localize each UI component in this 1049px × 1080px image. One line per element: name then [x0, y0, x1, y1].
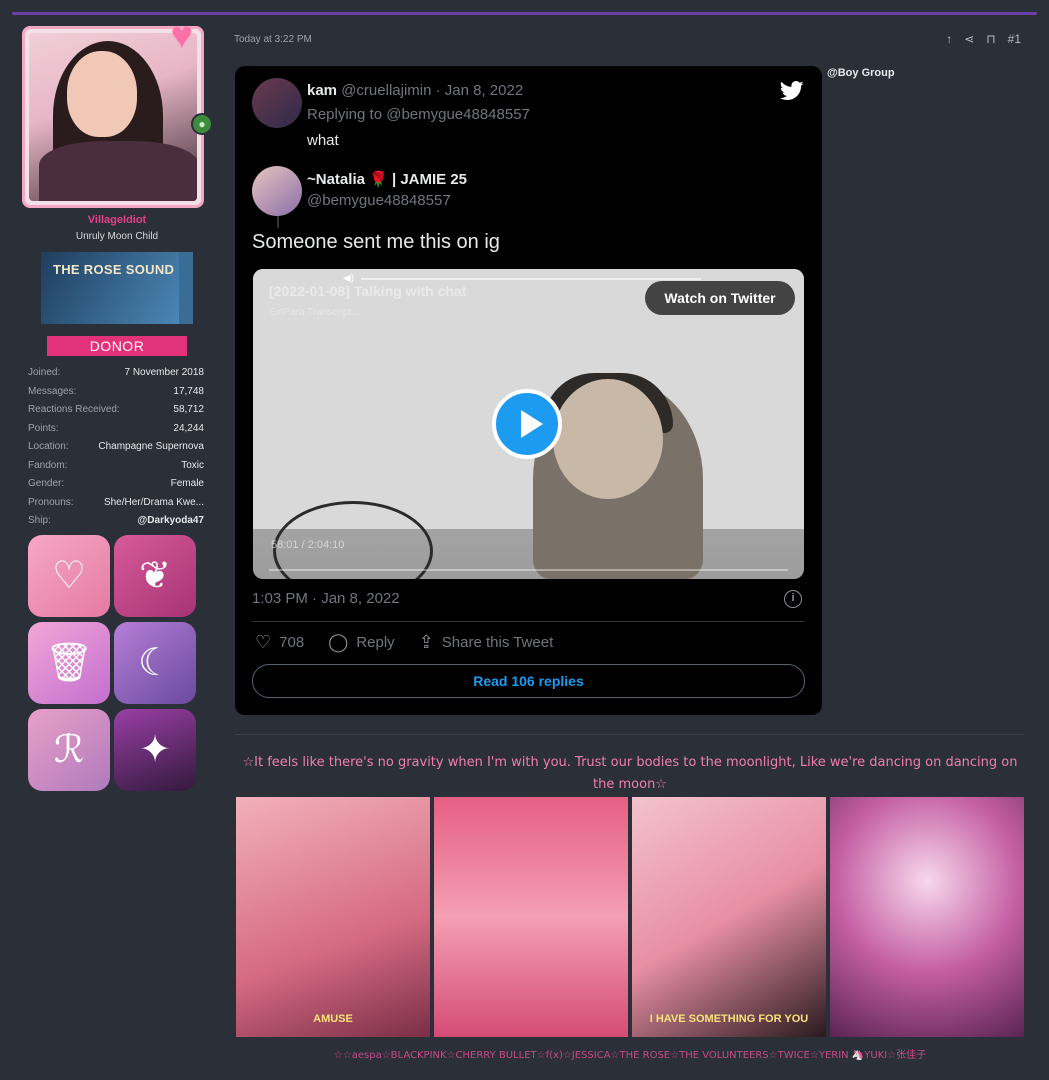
photo-caption: I HAVE SOMETHING FOR YOU	[649, 1013, 809, 1025]
online-status-icon: ●	[191, 113, 213, 135]
username[interactable]: VillageIdiot	[22, 214, 212, 226]
main-avatar[interactable]	[252, 166, 302, 216]
stat-points: Points: 24,244	[28, 422, 204, 434]
diamond-heart-icon: ♡	[28, 534, 110, 617]
stat-ship: Ship: @Darkyoda47	[28, 515, 204, 526]
banner-text: THE ROSE SOUND	[53, 262, 175, 277]
user-title: Unruly Moon Child	[75, 231, 159, 242]
video-progress-bar[interactable]	[269, 569, 788, 571]
signature-lyric: ☆It feels like there's no gravity when I…	[242, 755, 1018, 792]
user-sidebar: ♥ ● VillageIdiot Unruly Moon Child THE R…	[22, 15, 213, 791]
trash-can-icon: 🗑	[28, 621, 110, 704]
like-button[interactable]: ♡ 708	[255, 632, 304, 653]
reply-button[interactable]: ◯ Reply	[328, 632, 395, 653]
ornate-logo-icon: ❦	[114, 534, 196, 617]
logo-monogram-icon: ℛ	[28, 708, 110, 791]
heart-icon: ♥	[170, 15, 193, 57]
bookmark-icon[interactable]: ⊓	[986, 32, 995, 46]
speech-bubble-icon: ◯	[328, 632, 349, 652]
stat-reactions: Reactions Received: 58,712	[28, 404, 204, 415]
avatar-image	[29, 33, 197, 201]
stat-location: Location: Champagne Supernova	[28, 441, 204, 452]
top-accent-line	[12, 12, 1037, 15]
arrow-up-icon[interactable]: ↑	[946, 32, 952, 46]
share-icon[interactable]: ⋖	[964, 32, 974, 46]
stat-joined: Joined: 7 November 2018	[28, 367, 204, 378]
volume-slider[interactable]	[361, 278, 701, 280]
play-button[interactable]	[492, 389, 562, 459]
user-badges: ♡ ❦ 🗑 ☾ ℛ ✦	[28, 534, 212, 791]
reply-avatar[interactable]	[252, 78, 302, 128]
user-banner: THE ROSE SOUND	[41, 252, 193, 324]
signature-photo-1: AMUSE	[236, 797, 430, 1037]
stat-messages: Messages: 17,748	[28, 385, 204, 397]
signature-photos: AMUSE I HAVE SOMETHING FOR YOU	[236, 797, 1024, 1037]
video-title: [2022-01-08] Talking with chat	[269, 283, 467, 299]
stat-pronouns: Pronouns: She/Her/Drama Kwe...	[28, 496, 204, 508]
moon-sigil-icon: ☾	[114, 621, 196, 704]
embedded-tweet[interactable]: kam @cruellajimin · Jan 8, 2022 Replying…	[235, 66, 822, 715]
signature-footer: ☆☆aespa☆BLACKPINK☆CHERRY BULLET☆f(x)☆JES…	[333, 1050, 927, 1061]
upload-icon: ⇪	[418, 632, 434, 652]
post-number[interactable]: #1	[1008, 32, 1021, 46]
twitter-bird-icon[interactable]	[780, 80, 804, 102]
user-stats: Joined: 7 November 2018 Messages: 17,748 R…	[28, 364, 204, 531]
stat-fandom: Fandom: Toxic	[28, 459, 204, 471]
signature-photo-4	[830, 797, 1024, 1037]
signature-photo-3: I HAVE SOMETHING FOR YOU	[632, 797, 826, 1037]
watch-on-twitter-button[interactable]: Watch on Twitter	[645, 281, 795, 315]
video-time: 58:01 / 2:04:10	[271, 539, 345, 551]
signature-photo-2	[434, 797, 628, 1037]
tweet-divider	[252, 621, 805, 622]
photo-caption: AMUSE	[313, 1013, 353, 1025]
avatar[interactable]: ♥ ●	[22, 15, 213, 208]
signature-divider	[235, 734, 1024, 735]
heart-icon: ♡	[255, 632, 272, 652]
stat-gender: Gender: Female	[28, 478, 204, 489]
tweet-date[interactable]: 1:03 PM · Jan 8, 2022	[252, 590, 400, 607]
read-replies-button[interactable]: Read 106 replies	[252, 664, 805, 698]
post-actions: ↑ ⋖ ⊓ #1	[946, 32, 1021, 46]
reply-author[interactable]: kam @cruellajimin · Jan 8, 2022	[307, 82, 523, 99]
video-subtitle: ExtPara Transcript...	[269, 307, 360, 318]
info-icon[interactable]: i	[784, 590, 802, 608]
tweet-author-name[interactable]: ~Natalia 🌹 | JAMIE 25	[307, 170, 467, 188]
share-tweet-button[interactable]: ⇪ Share this Tweet	[419, 632, 554, 653]
tweet-text: Someone sent me this on ig	[252, 231, 500, 253]
post-timestamp[interactable]: Today at 3:22 PM	[234, 34, 312, 45]
portrait-badge-icon: ✦	[114, 708, 196, 791]
reply-text: what	[307, 132, 339, 149]
replying-to[interactable]: Replying to @bemygue48848557	[307, 106, 530, 123]
group-mention[interactable]: @Boy Group	[827, 67, 895, 79]
donor-badge: DONOR	[47, 336, 187, 356]
tweet-author-handle[interactable]: @bemygue48848557	[307, 192, 451, 209]
tweet-video[interactable]: ◀) [2022-01-08] Talking with chat ExtPar…	[253, 269, 804, 579]
tweet-actions: ♡ 708 ◯ Reply ⇪ Share this Tweet	[255, 632, 553, 653]
